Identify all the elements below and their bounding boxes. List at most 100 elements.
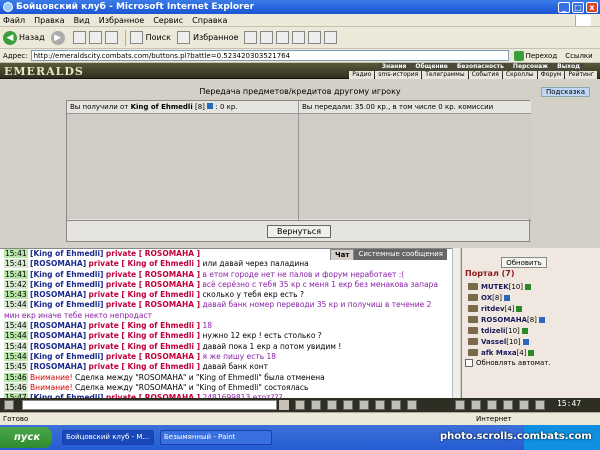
nav-scrolls[interactable]: Скроллы <box>502 71 537 79</box>
user-row[interactable]: OX [8] <box>468 292 545 303</box>
smile-icon[interactable] <box>295 400 305 410</box>
user-name[interactable]: OX <box>481 294 492 302</box>
history-icon[interactable] <box>244 31 258 44</box>
private-message-icon[interactable] <box>468 316 478 323</box>
private-message-icon[interactable] <box>468 305 478 312</box>
edit-icon[interactable] <box>292 31 306 44</box>
help-button[interactable]: Подсказка <box>541 87 590 97</box>
chat-sender[interactable]: [King of Ehmedli] <box>30 270 103 279</box>
user-row[interactable]: MUTEK [10] <box>468 281 545 292</box>
print-icon[interactable] <box>276 31 290 44</box>
messenger-icon[interactable] <box>324 31 338 44</box>
nav-security[interactable]: Безопасность <box>452 63 508 71</box>
refresh-button[interactable]: Обновить <box>501 257 547 268</box>
party-icon[interactable] <box>375 400 385 410</box>
chat-sender[interactable]: [King of Ehmedli] <box>30 300 103 309</box>
user-info-icon[interactable] <box>504 294 511 301</box>
chat-sender[interactable]: [King of Ehmedli] <box>30 352 103 361</box>
chat-private-target[interactable]: private [ ROSOMAHA ] <box>106 280 200 289</box>
chat-sender[interactable]: [ROSOMAHA] <box>30 259 86 268</box>
menu-edit[interactable]: Правка <box>34 16 64 25</box>
auto-refresh-checkbox[interactable] <box>465 359 473 367</box>
chat-sender[interactable]: [ROSOMAHA] <box>30 290 86 299</box>
nav-forum[interactable]: Форум <box>537 71 565 79</box>
favorites-button[interactable]: Избранное <box>176 31 238 44</box>
user-name[interactable]: ritdev <box>481 305 505 313</box>
user-name[interactable]: MUTEK <box>481 283 509 291</box>
user-name[interactable]: ROSOMAHA <box>481 316 527 324</box>
user-row[interactable]: Vassel [10] <box>468 336 545 347</box>
chat-private-target[interactable]: private [ ROSOMAHA ] <box>106 300 200 309</box>
back-button[interactable]: ◀ Назад <box>3 30 45 45</box>
nav-radio[interactable]: Радио <box>349 71 375 79</box>
private-message-icon[interactable] <box>468 349 478 356</box>
chat-menu-icon[interactable] <box>4 400 14 410</box>
mail-icon[interactable] <box>260 31 274 44</box>
filter-icon[interactable] <box>311 400 321 410</box>
skills-icon[interactable] <box>487 400 497 410</box>
chat-private-target[interactable]: private [ King of Ehmedli ] <box>89 259 201 268</box>
chat-sender[interactable]: [ROSOMAHA] <box>30 331 86 340</box>
user-name[interactable]: tdizeli <box>481 327 505 335</box>
menu-favorites[interactable]: Избранное <box>99 16 144 25</box>
chat-sender[interactable]: [ROSOMAHA] <box>30 362 86 371</box>
return-button[interactable]: Вернуться <box>267 225 331 238</box>
user-row[interactable]: afk Мяха [4] <box>468 347 545 358</box>
refresh-icon[interactable] <box>88 31 102 44</box>
forward-button[interactable]: ▶ <box>50 30 67 45</box>
user-row[interactable]: ROSOMAHA [8] <box>468 314 545 325</box>
stop-icon[interactable] <box>72 31 86 44</box>
private-message-icon[interactable] <box>468 327 478 334</box>
nav-events[interactable]: События <box>468 71 502 79</box>
nav-sms-history[interactable]: sms-история <box>375 71 422 79</box>
discuss-icon[interactable] <box>308 31 322 44</box>
user-info-icon[interactable] <box>516 305 523 312</box>
user-info-icon[interactable] <box>525 283 532 290</box>
nav-character[interactable]: Персонаж <box>508 63 553 71</box>
settings-icon[interactable] <box>343 400 353 410</box>
chat-sender[interactable]: [ROSOMAHA] <box>30 342 86 351</box>
menu-tools[interactable]: Сервис <box>153 16 183 25</box>
scroll-lock-icon[interactable] <box>407 400 417 410</box>
close-button[interactable]: x <box>586 1 598 13</box>
send-icon[interactable] <box>279 400 289 410</box>
map-icon[interactable] <box>471 400 481 410</box>
speaker-icon[interactable] <box>391 400 401 410</box>
go-button[interactable]: Переход <box>513 50 557 61</box>
user-info-icon[interactable] <box>521 327 528 334</box>
info-icon[interactable] <box>207 103 214 109</box>
user-name[interactable]: Vassel <box>481 338 506 346</box>
private-message-icon[interactable] <box>468 283 478 290</box>
chat-private-target[interactable]: private [ King of Ehmedli ] <box>89 331 201 340</box>
taskbar-item-paint[interactable]: Безымянный - Paint <box>160 430 272 445</box>
chat-private-target[interactable]: private [ ROSOMAHA ] <box>106 352 200 361</box>
user-info-icon[interactable] <box>538 316 545 323</box>
chat-private-target[interactable]: private [ King of Ehmedli ] <box>89 342 201 351</box>
address-input[interactable]: http://emeraldscity.combats.com/buttons.… <box>30 50 509 61</box>
chat-sender[interactable]: [ROSOMAHA] <box>30 321 86 330</box>
nav-communication[interactable]: Общение <box>411 63 452 71</box>
nav-rating[interactable]: Рейтинг <box>565 71 597 79</box>
user-info-icon[interactable] <box>522 338 529 345</box>
menu-help[interactable]: Справка <box>192 16 227 25</box>
minimize-button[interactable]: _ <box>558 1 570 13</box>
search-button[interactable]: Поиск <box>129 31 171 44</box>
received-player[interactable]: King of Ehmedli <box>131 103 193 111</box>
clear-icon[interactable] <box>327 400 337 410</box>
chat-private-target[interactable]: private [ King of Ehmedli ] <box>89 290 201 299</box>
private-message-icon[interactable] <box>468 294 478 301</box>
start-button[interactable]: пуск <box>0 427 52 448</box>
links-button[interactable]: Ссылки <box>565 52 593 60</box>
chat-private-target[interactable]: private [ King of Ehmedli ] <box>89 321 201 330</box>
nav-telegrams[interactable]: Телеграммы <box>422 71 468 79</box>
home-icon[interactable] <box>104 31 118 44</box>
friends-icon[interactable] <box>503 400 513 410</box>
tab-chat[interactable]: Чат <box>330 249 355 260</box>
quest-icon[interactable] <box>535 400 545 410</box>
tab-system-messages[interactable]: Системные сообщения <box>354 249 447 260</box>
user-row[interactable]: tdizeli [10] <box>468 325 545 336</box>
menu-view[interactable]: Вид <box>74 16 90 25</box>
nav-exit[interactable]: Выход <box>553 63 584 71</box>
chat-input[interactable] <box>22 400 277 410</box>
chat-private-target[interactable]: private [ King of Ehmedli ] <box>89 362 201 371</box>
